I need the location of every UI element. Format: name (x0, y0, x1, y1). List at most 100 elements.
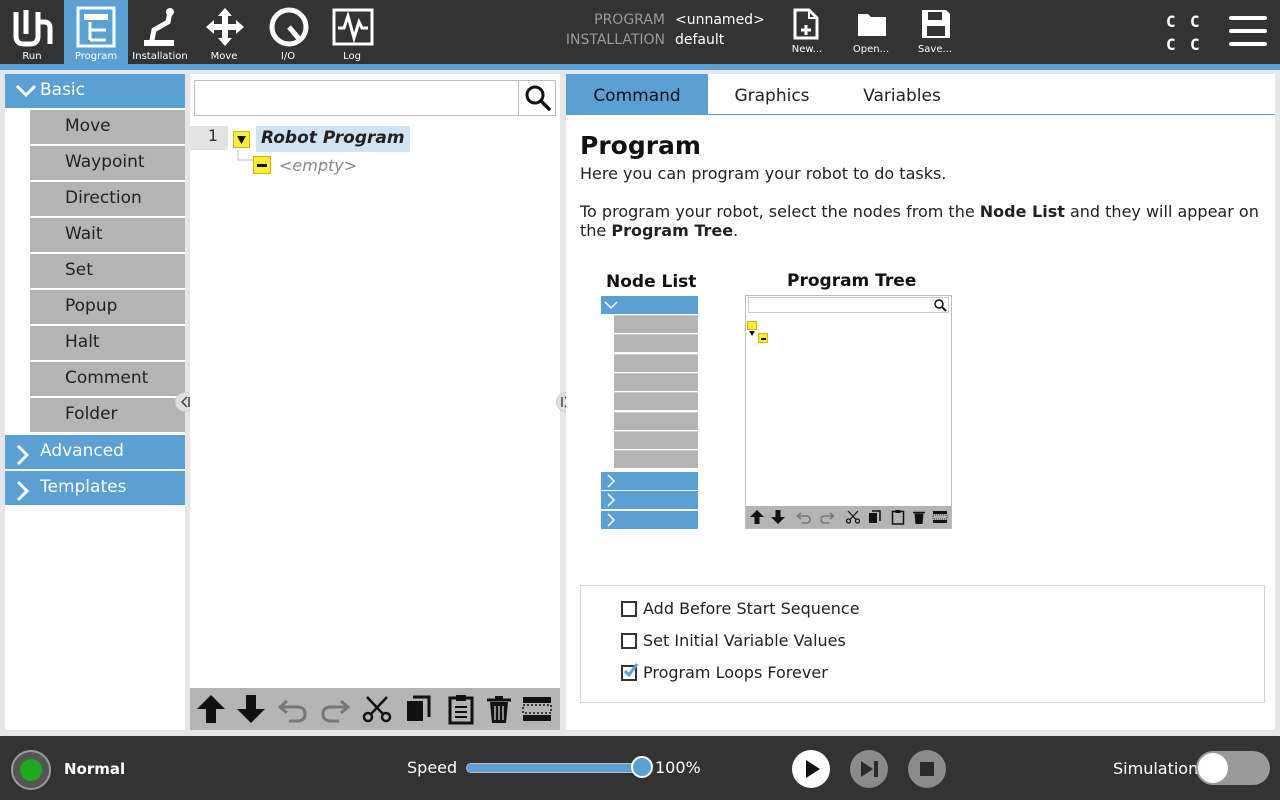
installation-key: INSTALLATION (565, 32, 665, 48)
nav-log-label: Log (343, 51, 361, 62)
speed-slider[interactable] (466, 763, 642, 773)
nav-run-label: Run (22, 51, 42, 62)
checkbox[interactable] (621, 633, 637, 649)
node-direction[interactable]: Direction (30, 182, 185, 216)
node-list-panel: Basic Move Waypoint Direction Wait Set P… (5, 74, 185, 730)
play-button[interactable] (792, 750, 830, 788)
chevron-right-icon (607, 493, 616, 507)
mini-node (614, 450, 698, 468)
top-bar: Run Program Installation Move I/O Log PR… (0, 0, 1280, 64)
node-wait[interactable]: Wait (30, 218, 185, 252)
program-tree-diagram-label: Program Tree (787, 271, 917, 291)
simulation-toggle[interactable] (1196, 751, 1270, 785)
new-file-icon (793, 8, 819, 40)
checkbox[interactable] (621, 601, 637, 617)
undo-icon[interactable] (277, 693, 309, 725)
step-button[interactable] (850, 750, 888, 788)
program-name: <unnamed> (675, 12, 765, 28)
suppress-icon (932, 511, 948, 523)
mini-node (614, 431, 698, 449)
robot-status-indicator[interactable] (11, 750, 51, 790)
node-comment[interactable]: Comment (30, 362, 185, 396)
nav-io[interactable]: I/O (256, 0, 320, 64)
cc-letter-3: C (1166, 35, 1176, 54)
nav-log[interactable]: Log (320, 0, 384, 64)
ur-logo-icon (13, 10, 53, 47)
tree-node-robot-program[interactable]: Robot Program (256, 126, 410, 152)
nav-move-label: Move (210, 51, 238, 62)
simulation-toggle-knob[interactable] (1198, 753, 1228, 783)
instruction-part: . (733, 221, 739, 240)
node-move[interactable]: Move (30, 110, 185, 144)
nav-program[interactable]: Program (64, 0, 128, 64)
chevron-right-icon (607, 474, 616, 488)
option-label: Add Before Start Sequence (643, 599, 860, 618)
tab-graphics[interactable]: Graphics (708, 74, 836, 115)
mini-category-expanded (601, 296, 698, 314)
suppress-icon[interactable] (521, 693, 553, 725)
category-basic-label: Basic (40, 80, 86, 100)
new-button-label: New... (791, 44, 823, 55)
mini-category (601, 491, 698, 509)
nav-installation-label: Installation (132, 51, 188, 62)
nav-run[interactable]: Run (0, 0, 64, 64)
footer-bar: Normal Speed 100% Simulation (0, 736, 1280, 800)
redo-icon[interactable] (319, 693, 351, 725)
tree-search-field[interactable] (194, 80, 556, 116)
node-waypoint[interactable]: Waypoint (30, 146, 185, 180)
nav-move[interactable]: Move (192, 0, 256, 64)
stop-button[interactable] (908, 750, 946, 788)
paste-icon (891, 510, 905, 525)
controller-status[interactable]: C C C C (1160, 8, 1210, 58)
delete-icon[interactable] (483, 693, 515, 725)
mini-node (614, 392, 698, 410)
node-set[interactable]: Set (30, 254, 185, 288)
node-popup[interactable]: Popup (30, 290, 185, 324)
node-folder[interactable]: Folder (30, 398, 185, 432)
checkbox-checked[interactable] (621, 663, 639, 681)
move-up-icon[interactable] (195, 693, 227, 725)
category-templates-label: Templates (40, 477, 127, 497)
node-label: Folder (65, 404, 118, 424)
triangle-down-icon (237, 136, 246, 144)
tree-search-button[interactable] (518, 81, 555, 115)
expand-toggle[interactable] (233, 131, 250, 148)
node-label: Wait (65, 224, 103, 244)
cut-icon[interactable] (361, 693, 393, 725)
tree-node-empty[interactable]: <empty> (279, 156, 357, 175)
save-button-label: Save... (917, 44, 953, 55)
category-templates[interactable]: Templates (5, 471, 185, 505)
chevron-right-icon (16, 480, 30, 502)
search-icon (525, 85, 551, 111)
nav-installation[interactable]: Installation (128, 0, 192, 64)
triangle-down-icon (749, 331, 755, 336)
speed-slider-handle[interactable] (631, 756, 653, 778)
tab-command[interactable]: Command (566, 74, 708, 115)
node-label: Halt (65, 332, 100, 352)
save-button[interactable]: Save... (905, 0, 965, 64)
hamburger-menu-icon[interactable] (1229, 16, 1267, 48)
node-list-diagram-label: Node List (606, 272, 697, 292)
chevron-right-icon (16, 444, 30, 466)
category-advanced[interactable]: Advanced (5, 435, 185, 469)
tree-search-input[interactable] (195, 81, 517, 115)
node-halt[interactable]: Halt (30, 326, 185, 360)
save-icon (922, 10, 950, 38)
cc-letter-1: C (1166, 12, 1176, 31)
cc-letter-4: C (1190, 35, 1200, 54)
open-button[interactable]: Open... (841, 0, 901, 64)
category-basic[interactable]: Basic (5, 74, 185, 108)
installation-name: default (675, 32, 725, 48)
paste-icon[interactable] (445, 693, 477, 725)
mini-tree-toolbar (746, 506, 951, 528)
checkmark-icon (623, 663, 639, 678)
empty-node-icon (253, 156, 271, 174)
new-button[interactable]: New... (777, 0, 837, 64)
move-down-icon[interactable] (235, 693, 267, 725)
mini-node (614, 354, 698, 372)
delete-icon (913, 511, 925, 524)
tab-variables[interactable]: Variables (836, 74, 968, 115)
mini-category (601, 472, 698, 490)
copy-icon[interactable] (403, 693, 435, 725)
mini-node (614, 412, 698, 430)
